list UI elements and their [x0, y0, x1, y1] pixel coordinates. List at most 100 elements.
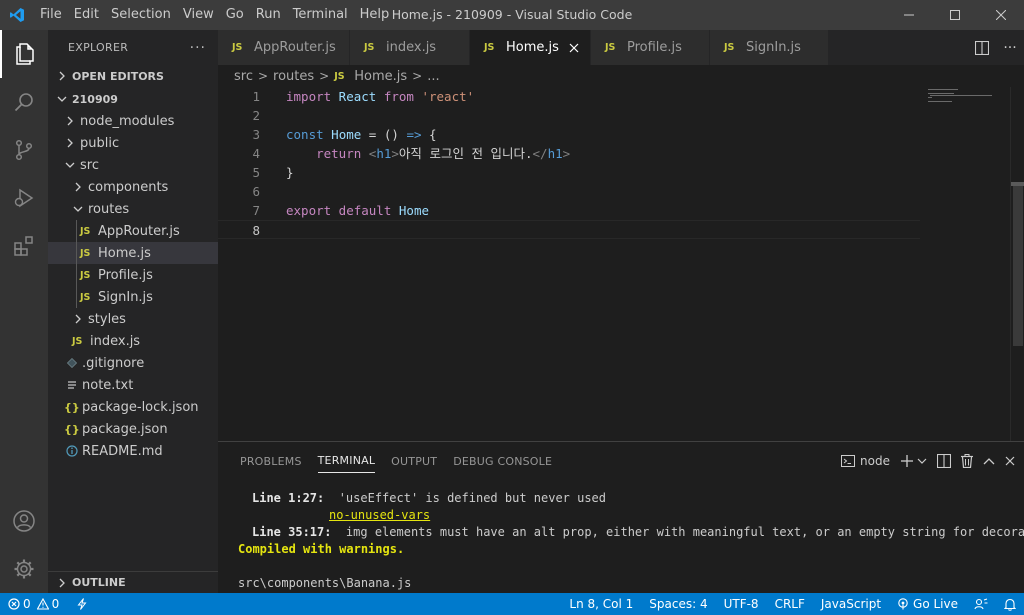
terminal-line: Line 35:17: img elements must have an al…	[252, 524, 1024, 541]
feedback-button[interactable]	[966, 593, 996, 615]
line-number: 2	[252, 108, 260, 123]
outline-label: OUTLINE	[72, 576, 126, 589]
tab-problems[interactable]: PROBLEMS	[240, 442, 302, 480]
cursor-position[interactable]: Ln 8, Col 1	[561, 593, 641, 615]
tree-item-styles[interactable]: styles	[48, 308, 218, 330]
editor-scrollbar[interactable]	[1010, 87, 1024, 441]
close-panel-button[interactable]	[1005, 456, 1015, 466]
breadcrumb-src[interactable]: src	[234, 69, 253, 84]
code-line[interactable]: 3 const Home = () => {	[218, 125, 920, 144]
minimap-line	[928, 93, 954, 94]
tab-terminal[interactable]: TERMINAL	[317, 449, 376, 473]
tree-item-label: src	[80, 157, 99, 173]
close-window-button[interactable]	[978, 0, 1024, 30]
tree-item-profile-js[interactable]: JS Profile.js	[48, 264, 218, 286]
search-button[interactable]	[0, 78, 48, 126]
tree-item-index-js[interactable]: JS index.js	[48, 330, 218, 352]
maximize-button[interactable]	[932, 0, 978, 30]
line-number: 5	[252, 165, 260, 180]
manage-button[interactable]	[0, 545, 48, 593]
code-text: return <h1>아직 로그인 전 입니다.</h1>	[286, 144, 570, 163]
tab-debug-console[interactable]: DEBUG CONSOLE	[453, 442, 552, 480]
code-line[interactable]: 6	[218, 182, 920, 201]
new-terminal-button[interactable]	[900, 454, 927, 468]
source-control-button[interactable]	[0, 126, 48, 174]
maximize-panel-button[interactable]	[983, 457, 995, 465]
kill-terminal-button[interactable]	[961, 454, 973, 468]
tree-item-label: package.json	[82, 421, 168, 437]
error-icon	[8, 598, 20, 610]
tree-item-note-txt[interactable]: note.txt	[48, 374, 218, 396]
tree-item-gitignore[interactable]: .gitignore	[48, 352, 218, 374]
menu-edit[interactable]: Edit	[68, 0, 105, 30]
end-of-line[interactable]: CRLF	[767, 593, 813, 615]
close-tab-button[interactable]	[566, 40, 582, 56]
tab-index-js[interactable]: JS index.js	[350, 30, 470, 65]
js-file-icon: JS	[334, 70, 345, 82]
menu-selection[interactable]: Selection	[105, 0, 177, 30]
menu-terminal[interactable]: Terminal	[287, 0, 354, 30]
tree-item-components[interactable]: components	[48, 176, 218, 198]
terminal-selector[interactable]: node	[841, 454, 890, 468]
tab-approuter-js[interactable]: JS AppRouter.js	[218, 30, 350, 65]
extensions-button[interactable]	[0, 222, 48, 270]
indent-guide	[76, 220, 77, 242]
menu-run[interactable]: Run	[250, 0, 287, 30]
code-line[interactable]: 8	[218, 220, 920, 239]
tab-profile-js[interactable]: JS Profile.js	[591, 30, 710, 65]
tree-item-routes[interactable]: routes	[48, 198, 218, 220]
accounts-button[interactable]	[0, 497, 48, 545]
menu-help[interactable]: Help	[354, 0, 396, 30]
indentation[interactable]: Spaces: 4	[641, 593, 715, 615]
code-line[interactable]: 1 import React from 'react'	[218, 87, 920, 106]
explorer-button[interactable]	[0, 30, 48, 78]
lightning-button[interactable]	[69, 593, 95, 615]
tree-item-readme-md[interactable]: README.md	[48, 440, 218, 462]
notifications-button[interactable]	[996, 593, 1024, 615]
encoding[interactable]: UTF-8	[716, 593, 767, 615]
menu-go[interactable]: Go	[220, 0, 250, 30]
tree-item-signin-js[interactable]: JS SignIn.js	[48, 286, 218, 308]
code-editor[interactable]: 1 import React from 'react' 2 3 const Home =…	[218, 87, 1024, 441]
tree-item-approuter-js[interactable]: JS AppRouter.js	[48, 220, 218, 242]
warning-message: img elements must have an alt prop, eith…	[331, 525, 1024, 539]
more-actions-icon[interactable]: ···	[190, 40, 206, 56]
minimap[interactable]	[924, 87, 1010, 441]
code-line[interactable]: 7 export default Home	[218, 201, 920, 220]
folder-label: 210909	[72, 92, 118, 106]
menu-file[interactable]: File	[34, 0, 68, 30]
code-line[interactable]: 2	[218, 106, 920, 125]
breadcrumb-more[interactable]: ...	[427, 69, 439, 84]
breadcrumb-file[interactable]: Home.js	[354, 69, 407, 84]
tree-item-src[interactable]: src	[48, 154, 218, 176]
run-debug-button[interactable]	[0, 174, 48, 222]
minimize-button[interactable]	[886, 0, 932, 30]
breadcrumb-routes[interactable]: routes	[273, 69, 314, 84]
tree-item-public[interactable]: public	[48, 132, 218, 154]
split-terminal-button[interactable]	[937, 454, 951, 468]
split-editor-button[interactable]	[968, 40, 996, 55]
go-live-button[interactable]: Go Live	[889, 593, 966, 615]
menu-view[interactable]: View	[177, 0, 220, 30]
tree-item-package-lock-json[interactable]: {} package-lock.json	[48, 396, 218, 418]
code-line[interactable]: 5}	[218, 163, 920, 182]
tab-signin-js[interactable]: JS SignIn.js	[710, 30, 829, 65]
open-editors-section[interactable]: OPEN EDITORS	[48, 65, 218, 87]
code-line[interactable]: 4 return <h1>아직 로그인 전 입니다.</h1>	[218, 144, 920, 163]
chevron-right-icon: >	[319, 69, 330, 83]
tree-item-label: note.txt	[82, 377, 134, 393]
tree-item-home-js[interactable]: JS Home.js	[48, 242, 218, 264]
tab-home-js[interactable]: JS Home.js	[470, 30, 591, 65]
language-mode[interactable]: JavaScript	[813, 593, 889, 615]
indent-guide	[76, 242, 77, 264]
tree-item-package-json[interactable]: {} package.json	[48, 418, 218, 440]
tab-output[interactable]: OUTPUT	[391, 442, 437, 480]
js-file-icon: JS	[80, 225, 91, 237]
outline-section[interactable]: OUTLINE	[48, 571, 218, 593]
more-actions-button[interactable]: ···	[996, 40, 1024, 56]
problems-status[interactable]: 0 0	[0, 593, 67, 615]
split-icon	[937, 454, 951, 468]
line-number: 1	[252, 89, 260, 104]
tree-item-node-modules[interactable]: node_modules	[48, 110, 218, 132]
folder-section[interactable]: 210909	[48, 88, 218, 110]
